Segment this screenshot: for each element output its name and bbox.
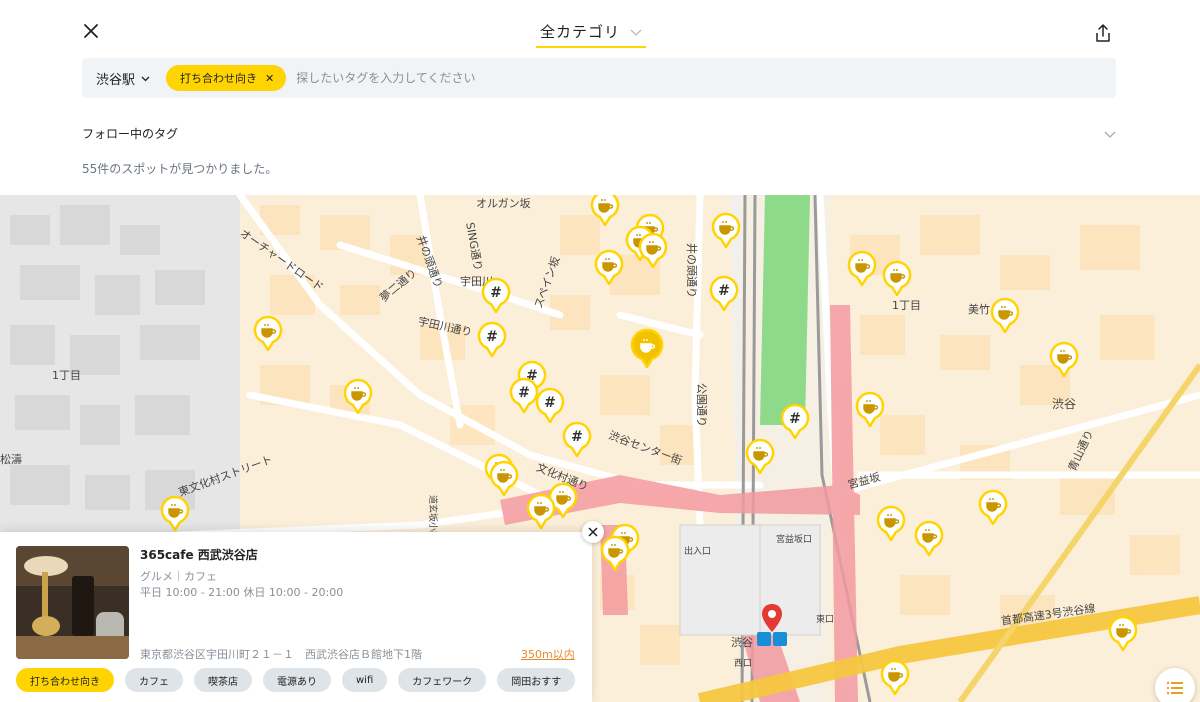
cafe-spot-pin[interactable] [876, 505, 906, 541]
svg-text:#: # [490, 285, 502, 301]
spot-tag-chip[interactable]: 電源あり [263, 668, 331, 692]
cafe-spot-pin[interactable] [489, 460, 519, 496]
cafe-spot-pin[interactable] [600, 535, 630, 571]
tag-spot-pin[interactable]: # [535, 387, 565, 423]
map-label: 渋谷 [731, 636, 753, 649]
share-icon[interactable] [1092, 22, 1114, 44]
close-card-button[interactable] [582, 521, 604, 543]
map-label: 渋谷 [1052, 397, 1077, 411]
svg-text:#: # [571, 429, 583, 445]
spot-address: 東京都渋谷区宇田川町２１－１ 西武渋谷店Ｂ館地下1階 [140, 648, 422, 661]
tag-spot-pin[interactable]: # [709, 275, 739, 311]
spot-tag-chip[interactable]: 打ち合わせ向き [16, 668, 114, 692]
list-view-button[interactable] [1155, 668, 1195, 702]
cafe-spot-pin[interactable] [711, 212, 741, 248]
selected-location-pin[interactable] [761, 603, 783, 637]
map-label: オルガン坂 [476, 197, 531, 210]
spot-tags: 打ち合わせ向き カフェ 喫茶店 電源あり wifi カフェワーク 岡田おすす [16, 668, 578, 692]
cafe-spot-pin[interactable] [990, 297, 1020, 333]
spot-title[interactable]: 365cafe 西武渋谷店 [140, 546, 258, 563]
remove-tag-icon[interactable]: ✕ [265, 72, 274, 85]
spot-tag-chip[interactable]: カフェワーク [398, 668, 487, 692]
cafe-spot-pin[interactable] [630, 328, 664, 368]
tag-spot-pin[interactable]: # [477, 321, 507, 357]
spot-card[interactable]: 365cafe 西武渋谷店 グルメ｜カフェ 平日 10:00 - 21:00 休… [0, 532, 592, 702]
chevron-down-icon [1104, 124, 1116, 143]
svg-text:#: # [486, 329, 498, 345]
cafe-spot-pin[interactable] [882, 260, 912, 296]
spot-tag-chip[interactable]: カフェ [125, 668, 183, 692]
map-label: 美竹 [968, 303, 990, 316]
svg-text:#: # [718, 283, 730, 299]
tag-search-input[interactable] [296, 71, 897, 85]
map-label: 西口 [734, 659, 753, 669]
followed-tags-toggle[interactable]: フォロー中のタグ [82, 122, 1116, 144]
map-label: 公園通り [695, 383, 708, 427]
list-icon [1167, 682, 1183, 694]
cafe-spot-pin[interactable] [847, 250, 877, 286]
header: 全カテゴリ 渋谷駅 打ち合わせ向き ✕ フォロー中のタグ 55件のスポットが見つ… [0, 0, 1200, 195]
cafe-spot-pin[interactable] [978, 489, 1008, 525]
spot-distance[interactable]: 350m以内 [521, 646, 575, 662]
result-count: 55件のスポットが見つかりました。 [82, 162, 278, 176]
chevron-down-icon [630, 22, 642, 41]
svg-text:#: # [789, 411, 801, 427]
cafe-spot-pin[interactable] [253, 315, 283, 351]
cafe-spot-pin[interactable] [880, 659, 910, 695]
cafe-spot-pin[interactable] [590, 195, 620, 226]
close-icon[interactable] [80, 20, 102, 42]
spot-genre: グルメ｜カフェ [140, 570, 217, 583]
spot-photo[interactable] [16, 546, 129, 659]
cafe-spot-pin[interactable] [1108, 615, 1138, 651]
map-label: 1丁目 [52, 369, 81, 382]
map-label: 宮益坂口 [776, 535, 813, 545]
tag-spot-pin[interactable]: # [562, 421, 592, 457]
svg-text:#: # [544, 395, 556, 411]
cafe-spot-pin[interactable] [526, 493, 556, 529]
map-label: 松濤 [0, 453, 22, 466]
station-select[interactable]: 渋谷駅 [96, 69, 150, 88]
map-label: 井の頭通り [685, 243, 698, 298]
category-select[interactable]: 全カテゴリ [536, 16, 646, 48]
spot-tag-chip[interactable]: 喫茶店 [194, 668, 252, 692]
cafe-spot-pin[interactable] [343, 378, 373, 414]
station-label: 渋谷駅 [96, 72, 136, 88]
cafe-spot-pin[interactable] [160, 495, 190, 531]
cafe-spot-pin[interactable] [638, 232, 668, 268]
tag-spot-pin[interactable]: # [481, 277, 511, 313]
followed-tags-label: フォロー中のタグ [82, 126, 179, 141]
tag-spot-pin[interactable]: # [780, 403, 810, 439]
map-label: 1丁目 [892, 299, 921, 312]
cafe-spot-pin[interactable] [914, 520, 944, 556]
spot-tag-chip[interactable]: 岡田おすす [497, 668, 576, 692]
map-label: 出入口 [684, 547, 712, 557]
active-tag-label: 打ち合わせ向き [180, 72, 258, 85]
svg-text:#: # [518, 385, 530, 401]
spot-hours: 平日 10:00 - 21:00 休日 10:00 - 20:00 [140, 586, 344, 599]
category-label: 全カテゴリ [539, 22, 620, 41]
cafe-spot-pin[interactable] [594, 249, 624, 285]
spot-tag-chip[interactable]: wifi [342, 668, 388, 692]
close-icon [588, 527, 598, 537]
map-label: 東口 [816, 615, 835, 625]
cafe-spot-pin[interactable] [1049, 341, 1079, 377]
active-tag-chip[interactable]: 打ち合わせ向き ✕ [166, 65, 287, 91]
tag-search-bar: 渋谷駅 打ち合わせ向き ✕ [82, 58, 1116, 98]
chevron-down-icon [141, 71, 150, 86]
cafe-spot-pin[interactable] [745, 438, 775, 474]
cafe-spot-pin[interactable] [855, 391, 885, 427]
